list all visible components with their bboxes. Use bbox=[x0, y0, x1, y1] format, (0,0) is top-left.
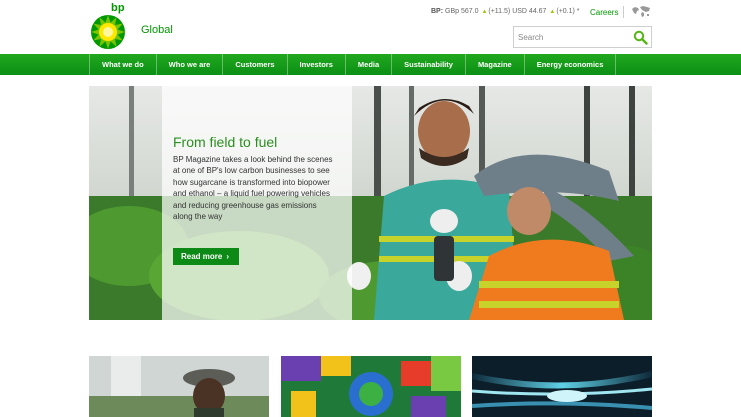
chevron-right-icon: › bbox=[226, 252, 230, 261]
brand-wordmark[interactable]: bp bbox=[111, 2, 125, 14]
ticker-usd-change: (+0.1) bbox=[556, 8, 575, 15]
read-more-label: Read more bbox=[181, 252, 223, 261]
search-input[interactable] bbox=[518, 30, 628, 44]
nav-item-investors[interactable]: Investors bbox=[288, 54, 346, 75]
careers-link[interactable]: Careers bbox=[590, 8, 618, 17]
hero-description: BP Magazine takes a look behind the scen… bbox=[173, 155, 333, 222]
nav-item-energy-economics[interactable]: Energy economics bbox=[525, 54, 617, 75]
nav-item-magazine[interactable]: Magazine bbox=[466, 54, 525, 75]
ticker-gbp-change: (+11.5) bbox=[488, 8, 511, 15]
ticker-usd: USD 44.67 bbox=[512, 8, 547, 15]
arrow-up-icon: ▲ bbox=[549, 9, 556, 15]
ticker-gbp: GBp 567.0 bbox=[445, 8, 479, 15]
main-nav: What we do Who we are Customers Investor… bbox=[0, 54, 741, 75]
search-icon[interactable] bbox=[633, 30, 648, 45]
read-more-button[interactable]: Read more › bbox=[173, 248, 239, 265]
card-image-2 bbox=[281, 356, 461, 417]
share-price-ticker: BP: GBp 567.0 ▲(+11.5) USD 44.67 ▲(+0.1)… bbox=[431, 8, 580, 15]
nav-item-who-we-are[interactable]: Who we are bbox=[157, 54, 224, 75]
ticker-label: BP: bbox=[431, 8, 444, 15]
arrow-up-icon: ▲ bbox=[481, 9, 488, 15]
card-image-3 bbox=[472, 356, 652, 417]
nav-item-sustainability[interactable]: Sustainability bbox=[392, 54, 466, 75]
nav-item-customers[interactable]: Customers bbox=[223, 54, 288, 75]
header-divider bbox=[623, 6, 624, 18]
nav-item-what-we-do[interactable]: What we do bbox=[89, 54, 157, 75]
hero-banner: From field to fuel BP Magazine takes a l… bbox=[89, 86, 652, 320]
site-header: bp Global BP: GBp 567.0 ▲(+11.5) USD 44.… bbox=[0, 0, 741, 54]
nav-item-media[interactable]: Media bbox=[346, 54, 393, 75]
globe-icon[interactable] bbox=[631, 5, 651, 18]
hero-title: From field to fuel bbox=[173, 134, 278, 150]
search-box bbox=[513, 26, 652, 48]
content-card-2[interactable] bbox=[281, 356, 461, 417]
region-label[interactable]: Global bbox=[141, 24, 173, 36]
content-card-3[interactable] bbox=[472, 356, 652, 417]
content-card-1[interactable] bbox=[89, 356, 269, 417]
ticker-note: * bbox=[576, 8, 580, 15]
bp-helios-logo-icon[interactable] bbox=[86, 2, 134, 50]
card-image-1 bbox=[89, 356, 269, 417]
